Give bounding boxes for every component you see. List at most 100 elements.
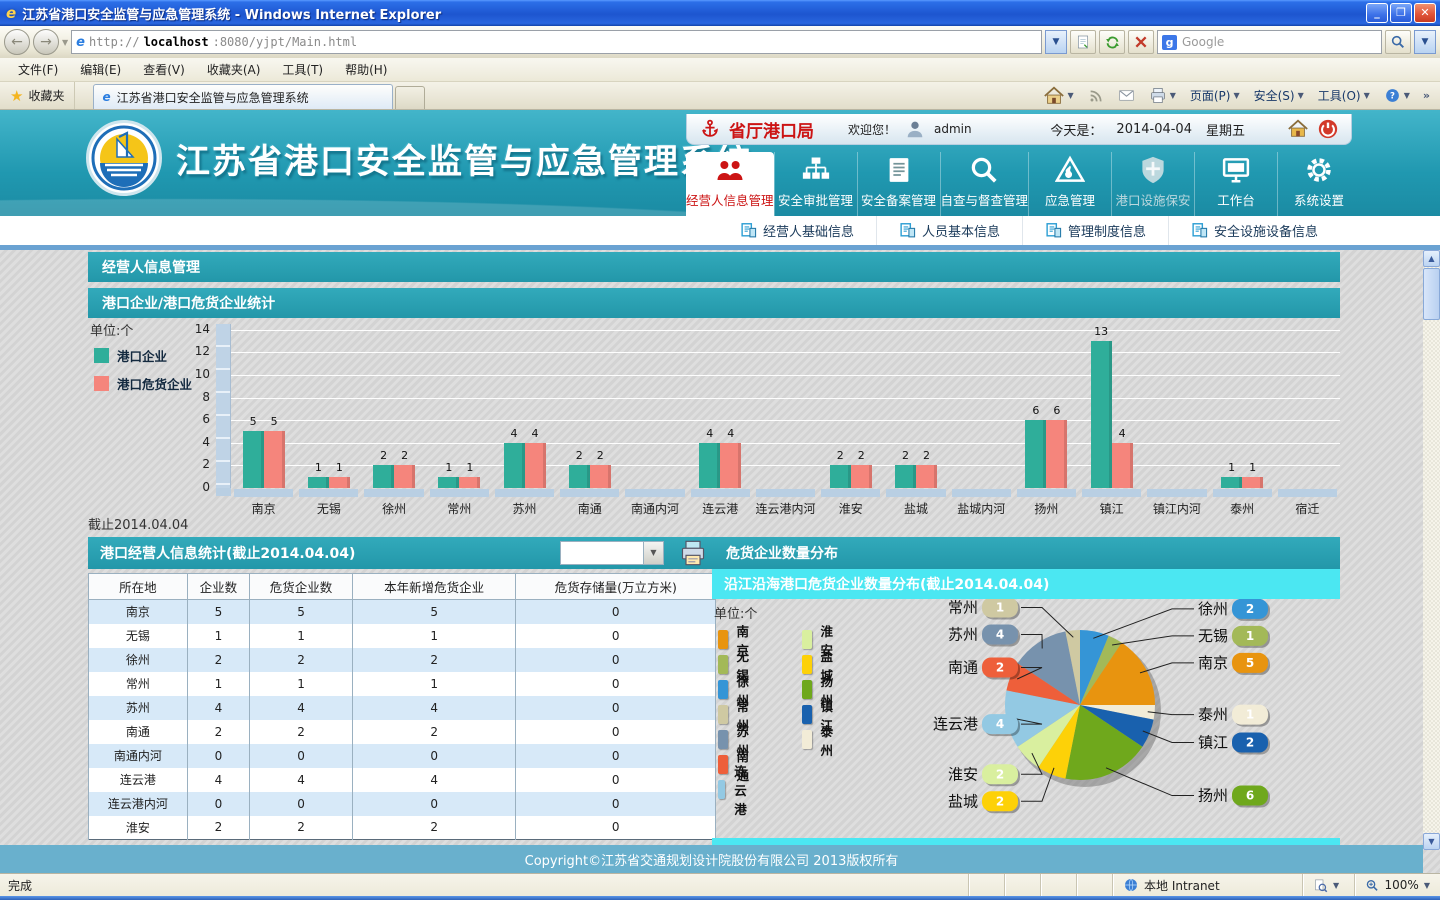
- tab-self-inspection[interactable]: 自查与督查管理: [940, 152, 1029, 216]
- favorites-button[interactable]: ★ 收藏夹: [0, 82, 75, 109]
- new-tab-button[interactable]: [395, 86, 425, 109]
- bar-group[interactable]: [949, 318, 1014, 488]
- history-dropdown-icon[interactable]: ▼: [62, 38, 68, 47]
- bar: 1: [308, 477, 329, 488]
- bar-group[interactable]: 55: [231, 318, 296, 488]
- tab-system-settings[interactable]: 系统设置: [1277, 152, 1360, 216]
- table-row[interactable]: 连云港内河0000: [89, 792, 716, 816]
- subnav-item-mgmt-system[interactable]: 管理制度信息: [1022, 216, 1168, 245]
- home-button[interactable]: ▼: [1038, 83, 1079, 109]
- print-dropdown-icon[interactable]: ▼: [1170, 91, 1176, 100]
- vertical-scrollbar[interactable]: ▲ ▼: [1423, 250, 1440, 850]
- menu-item-5[interactable]: 帮助(H): [335, 58, 397, 81]
- table-cell: 4: [187, 696, 249, 720]
- table-row[interactable]: 徐州2220: [89, 648, 716, 672]
- pie-slice: [1080, 643, 1155, 705]
- table-row[interactable]: 南通2220: [89, 720, 716, 744]
- bar-group[interactable]: 22: [557, 318, 622, 488]
- bar-group[interactable]: 22: [883, 318, 948, 488]
- home-dropdown-icon[interactable]: ▼: [1068, 91, 1074, 100]
- tab-label: 应急管理: [1045, 190, 1095, 209]
- bar-group[interactable]: [1144, 318, 1209, 488]
- bar-group[interactable]: [753, 318, 818, 488]
- zoom-control[interactable]: 100% ▼: [1354, 874, 1440, 896]
- table-row[interactable]: 南通内河0000: [89, 744, 716, 768]
- bar-group[interactable]: 22: [361, 318, 426, 488]
- table-cell: 2: [250, 648, 353, 672]
- bar-group[interactable]: 11: [296, 318, 361, 488]
- tools-menu-button[interactable]: 工具(O)▼: [1313, 85, 1375, 106]
- bar-value: 1: [315, 461, 322, 474]
- help-dropdown-icon[interactable]: ▼: [1404, 91, 1410, 100]
- subnav-item-safety-equipment[interactable]: 安全设施设备信息: [1168, 216, 1340, 245]
- select-dropdown-icon[interactable]: ▼: [643, 542, 663, 564]
- url-dropdown-button[interactable]: ▼: [1045, 30, 1067, 54]
- portal-home-button[interactable]: [1287, 118, 1309, 140]
- tab-safety-approval[interactable]: 安全审批管理: [774, 152, 857, 216]
- scrollbar-thumb[interactable]: [1423, 268, 1440, 320]
- close-button[interactable]: ✕: [1414, 3, 1436, 23]
- pie-label-pill: [1232, 705, 1268, 725]
- subnav-item-personnel-basic[interactable]: 人员基本信息: [876, 216, 1022, 245]
- table-row[interactable]: 无锡1110: [89, 624, 716, 648]
- user-avatar-icon: [904, 118, 926, 140]
- read-mail-button[interactable]: [1113, 86, 1140, 105]
- menu-item-1[interactable]: 编辑(E): [70, 58, 131, 81]
- search-button[interactable]: [1385, 30, 1411, 54]
- subnav-item-operator-basic[interactable]: 经营人基础信息: [718, 216, 876, 245]
- url-field[interactable]: e http://localhost:8080/yjpt/Main.html: [71, 30, 1042, 54]
- pie-slice: [1005, 690, 1080, 746]
- protected-mode-button[interactable]: ▼: [1302, 874, 1354, 896]
- search-dropdown-button[interactable]: ▼: [1414, 30, 1436, 54]
- table-row[interactable]: 淮安2220: [89, 816, 716, 840]
- menu-item-0[interactable]: 文件(F): [8, 58, 68, 81]
- bar-group[interactable]: 11: [427, 318, 492, 488]
- bar-value: 2: [858, 449, 865, 462]
- page-menu-button[interactable]: 页面(P)▼: [1185, 85, 1245, 106]
- bar-group[interactable]: [622, 318, 687, 488]
- table-cell: 0: [516, 672, 716, 696]
- print-button[interactable]: ▼: [1144, 85, 1181, 106]
- tab-safety-record[interactable]: 安全备案管理: [857, 152, 940, 216]
- scroll-up-button[interactable]: ▲: [1423, 250, 1440, 267]
- bar-group[interactable]: 22: [818, 318, 883, 488]
- region-filter-select[interactable]: ▼: [560, 541, 664, 565]
- print-table-button[interactable]: [678, 539, 708, 567]
- compatibility-view-button[interactable]: [1070, 30, 1096, 54]
- table-row[interactable]: 常州1110: [89, 672, 716, 696]
- refresh-button[interactable]: [1099, 30, 1125, 54]
- safety-menu-button[interactable]: 安全(S)▼: [1249, 85, 1309, 106]
- help-button[interactable]: ? ▼: [1379, 85, 1415, 106]
- stop-button[interactable]: [1128, 30, 1154, 54]
- bar-group[interactable]: [1275, 318, 1340, 488]
- restore-button[interactable]: ❐: [1390, 3, 1412, 23]
- forward-button[interactable]: →: [33, 29, 59, 55]
- back-button[interactable]: ←: [4, 29, 30, 55]
- bar-panel-header: 港口企业/港口危货企业统计: [88, 288, 1340, 318]
- pie-legend-swatch: [802, 680, 812, 699]
- browser-tab[interactable]: e 江苏省港口安全监管与应急管理系统: [93, 84, 393, 109]
- tab-port-security[interactable]: 港口设施保安: [1111, 152, 1194, 216]
- table-row[interactable]: 南京5550: [89, 600, 716, 624]
- menu-item-4[interactable]: 工具(T): [272, 58, 333, 81]
- tab-workbench[interactable]: 工作台: [1194, 152, 1277, 216]
- bar-group[interactable]: 44: [492, 318, 557, 488]
- feeds-button[interactable]: [1083, 86, 1109, 106]
- table-row[interactable]: 连云港4440: [89, 768, 716, 792]
- logout-button[interactable]: [1317, 118, 1339, 140]
- table-row[interactable]: 苏州4440: [89, 696, 716, 720]
- more-commands-icon[interactable]: »: [1419, 89, 1434, 102]
- bar-group[interactable]: 66: [1014, 318, 1079, 488]
- menu-item-3[interactable]: 收藏夹(A): [197, 58, 271, 81]
- minimize-button[interactable]: _: [1366, 3, 1388, 23]
- bar-group[interactable]: 134: [1079, 318, 1144, 488]
- bar-group[interactable]: 44: [688, 318, 753, 488]
- scroll-down-button[interactable]: ▼: [1423, 833, 1440, 850]
- pie-chart-area: 单位:个 南京无锡徐州常州苏州南通连云港淮安盐城扬州镇江泰州 徐州2无锡1南京5…: [712, 599, 1340, 842]
- bar-group[interactable]: 11: [1210, 318, 1275, 488]
- tab-emergency[interactable]: 应急管理: [1028, 152, 1111, 216]
- tab-operator-info[interactable]: 经营人信息管理: [686, 152, 774, 216]
- axis-stub: [216, 488, 231, 496]
- menu-item-2[interactable]: 查看(V): [133, 58, 195, 81]
- search-input[interactable]: [1182, 35, 1377, 49]
